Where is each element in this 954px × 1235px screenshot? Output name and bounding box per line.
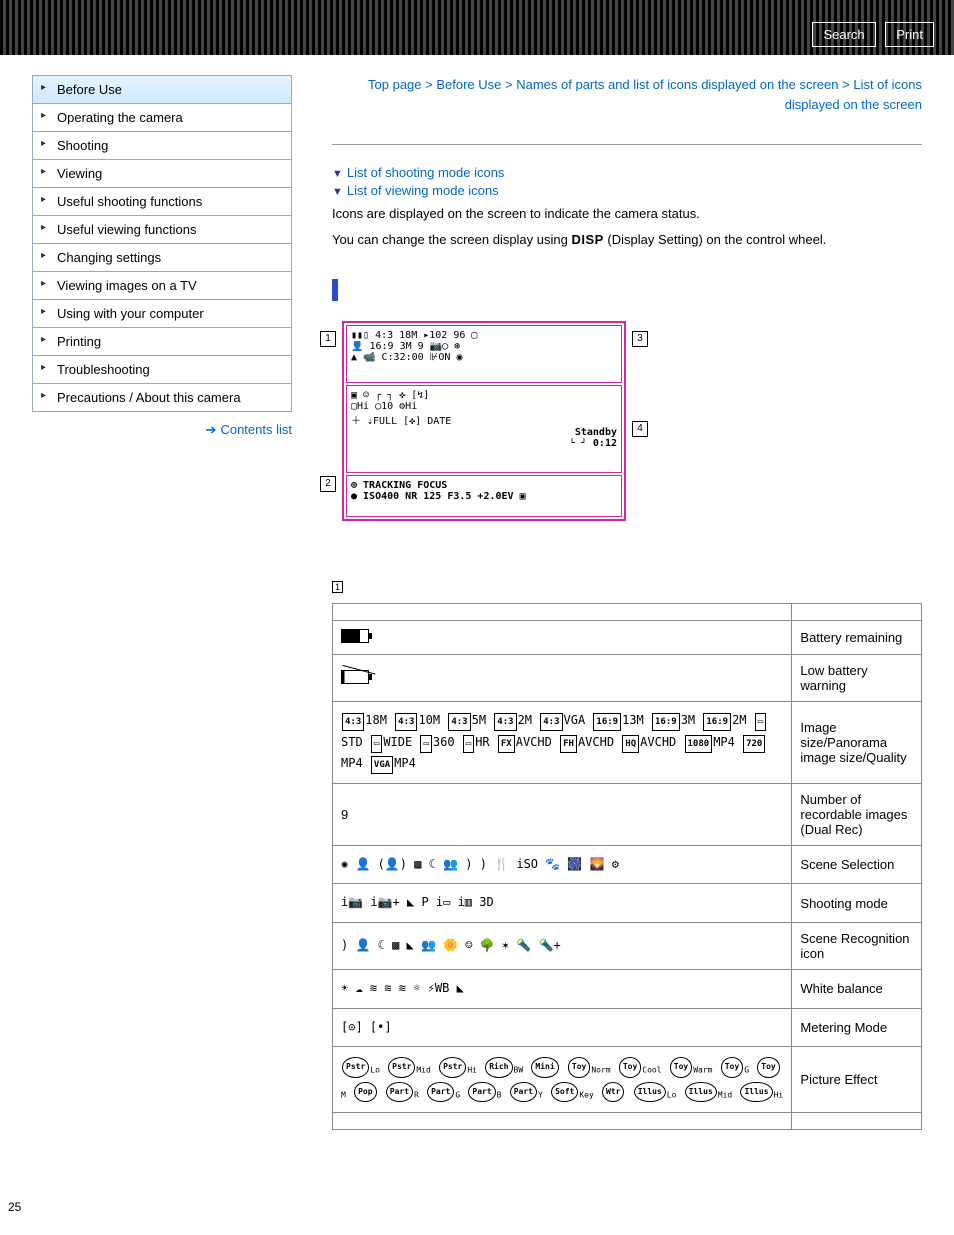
- battery-icon: [341, 629, 369, 643]
- callout-2: 2: [320, 476, 336, 492]
- table-row: 4:318M 4:310M 4:35M 4:32M 4:3VGA 16:913M…: [333, 702, 922, 784]
- table-row: ) 👤 ☾ ▩ ◣ 👥 🌼 ☺ 🌳 ✶ 🔦 🔦+Scene Recognitio…: [333, 922, 922, 969]
- table-row: 9Number of recordable images (Dual Rec): [333, 783, 922, 845]
- diagram-area-3-4: ▣ ☺ ┌ ┐ ✜ [↯] ▢Hi ◯10 ⚙Hi ＋ ⇣FULL [✜] DA…: [346, 385, 622, 473]
- link-shooting-icons[interactable]: List of shooting mode icons: [332, 165, 922, 180]
- sidebar-item[interactable]: Operating the camera: [33, 104, 291, 132]
- crumb-before-use[interactable]: Before Use: [436, 77, 501, 92]
- diagram-area-1: ▮▮▯ 4:3 18M ▸102 96 ▢ 👤 16:9 3M 9 📷◯ ⊛ ▲…: [346, 325, 622, 383]
- crumb-top[interactable]: Top page: [368, 77, 422, 92]
- table-row: Low battery warning: [333, 655, 922, 702]
- page-number: 25: [8, 1200, 954, 1214]
- intro-text-2: You can change the screen display using …: [332, 230, 922, 250]
- callout-1: 1: [320, 331, 336, 347]
- sidebar-item[interactable]: Printing: [33, 328, 291, 356]
- section-marker: [332, 279, 338, 301]
- sidebar-item[interactable]: Using with your computer: [33, 300, 291, 328]
- table-row: ✺ 👤 (👤) ▩ ☾ 👥 ) ) 🍴 iSO 🐾 🎆 🌄 ⚙Scene Sel…: [333, 845, 922, 884]
- sidebar-item[interactable]: Changing settings: [33, 244, 291, 272]
- sidebar-nav: Before UseOperating the cameraShootingVi…: [32, 75, 292, 412]
- screen-diagram: 1 2 3 4 ▮▮▯ 4:3 18M ▸102 96 ▢ 👤 16:9 3M …: [332, 311, 922, 531]
- sidebar-item[interactable]: Before Use: [33, 76, 291, 104]
- section-number-1: 1: [332, 581, 343, 593]
- top-banner: Search Print: [0, 0, 954, 55]
- callout-3: 3: [632, 331, 648, 347]
- sidebar-item[interactable]: Viewing: [33, 160, 291, 188]
- scene-recognition-icons: ) 👤 ☾ ▩ ◣ 👥 🌼 ☺ 🌳 ✶ 🔦 🔦+: [333, 922, 792, 969]
- sidebar-item[interactable]: Useful viewing functions: [33, 216, 291, 244]
- breadcrumb: Top page > Before Use > Names of parts a…: [332, 75, 922, 114]
- table-row: [⊙] [•]Metering Mode: [333, 1008, 922, 1047]
- table-row: i📷 i📷+ ◣ P i▭ i▥ 3DShooting mode: [333, 884, 922, 923]
- sidebar-item[interactable]: Precautions / About this camera: [33, 384, 291, 411]
- scene-selection-icons: ✺ 👤 (👤) ▩ ☾ 👥 ) ) 🍴 iSO 🐾 🎆 🌄 ⚙: [333, 845, 792, 884]
- table-row: [333, 1112, 922, 1129]
- table-row: PstrLo PstrMid PstrHi RichBW Mini ToyNor…: [333, 1047, 922, 1113]
- table-row: ☀ ☁ ≋ ≋ ≋ ☼ ⚡WB ◣White balance: [333, 969, 922, 1008]
- image-size-icons: 4:318M 4:310M 4:35M 4:32M 4:3VGA 16:913M…: [333, 702, 792, 784]
- battery-low-icon: [341, 670, 369, 684]
- disp-icon: DISP: [571, 230, 603, 250]
- crumb-names[interactable]: Names of parts and list of icons display…: [516, 77, 838, 92]
- intro-text-1: Icons are displayed on the screen to ind…: [332, 204, 922, 224]
- print-button[interactable]: Print: [885, 22, 934, 47]
- shooting-mode-icons: i📷 i📷+ ◣ P i▭ i▥ 3D: [333, 884, 792, 923]
- link-viewing-icons[interactable]: List of viewing mode icons: [332, 183, 922, 198]
- sidebar-item[interactable]: Useful shooting functions: [33, 188, 291, 216]
- table-row: Battery remaining: [333, 621, 922, 655]
- sidebar-item[interactable]: Troubleshooting: [33, 356, 291, 384]
- search-button[interactable]: Search: [812, 22, 875, 47]
- white-balance-icons: ☀ ☁ ≋ ≋ ≋ ☼ ⚡WB ◣: [333, 969, 792, 1008]
- contents-list-link[interactable]: ➔Contents list: [32, 422, 292, 438]
- sidebar-item[interactable]: Shooting: [33, 132, 291, 160]
- sidebar-item[interactable]: Viewing images on a TV: [33, 272, 291, 300]
- picture-effect-icons: PstrLo PstrMid PstrHi RichBW Mini ToyNor…: [333, 1047, 792, 1113]
- metering-mode-icons: [⊙] [•]: [333, 1008, 792, 1047]
- icon-table: Battery remaining Low battery warning 4:…: [332, 603, 922, 1130]
- diagram-area-2: ⊕ TRACKING FOCUS ● ISO400 NR 125 F3.5 +2…: [346, 475, 622, 517]
- callout-4: 4: [632, 421, 648, 437]
